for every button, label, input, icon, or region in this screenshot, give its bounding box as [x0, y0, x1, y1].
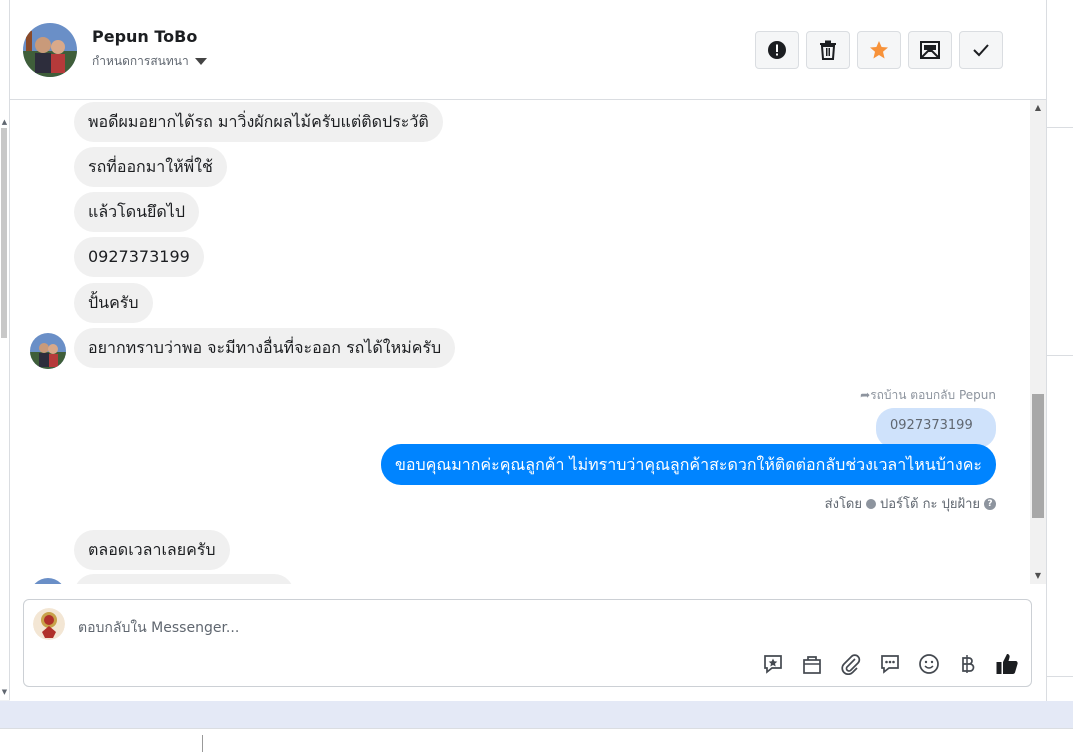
mark-spam-button[interactable]	[755, 31, 799, 69]
header-actions	[755, 31, 1003, 69]
saved-reply-icon	[764, 655, 782, 674]
attach-button[interactable]	[839, 652, 863, 676]
taskbar-divider	[202, 735, 203, 752]
trash-icon	[820, 40, 836, 60]
sent-by-name[interactable]: ปอร์โต้ กะ ปุยฝ้าย	[880, 493, 980, 514]
divider	[1047, 127, 1073, 128]
divider	[1047, 355, 1073, 356]
incoming-message: ปั้นครับ	[74, 283, 153, 323]
payment-button[interactable]	[956, 652, 980, 676]
baht-icon	[962, 655, 975, 673]
scrollbar-thumb[interactable]	[1, 128, 7, 338]
mark-done-button[interactable]	[959, 31, 1003, 69]
star-button[interactable]	[857, 31, 901, 69]
taskbar	[0, 728, 1073, 752]
emoji-button[interactable]	[917, 652, 941, 676]
incoming-message: แล้วโดนยึดไป	[74, 192, 199, 232]
shop-button[interactable]	[800, 652, 824, 676]
check-icon	[973, 44, 989, 57]
sent-by-info: ส่งโดย ปอร์โต้ กะ ปุยฝ้าย ?	[825, 493, 996, 514]
left-scrollbar[interactable]: ▲ ▼	[0, 0, 10, 700]
exclamation-circle-icon	[768, 41, 786, 59]
contact-avatar[interactable]	[23, 23, 77, 77]
outgoing-message: ขอบคุณมากค่ะคุณลูกค้า ไม่ทราบว่าคุณลูกค้…	[380, 444, 996, 485]
message-scrollbar[interactable]: ▲ ▼	[1030, 100, 1046, 584]
reply-input[interactable]: ตอบกลับใน Messenger...	[78, 617, 239, 639]
conversation-settings-dropdown[interactable]: กำหนดการสนทนา	[92, 52, 207, 71]
incoming-message: ตลอดเวลาเลยครับ	[74, 530, 230, 570]
page-avatar	[33, 608, 65, 640]
conversation-settings-label: กำหนดการสนทนา	[92, 54, 189, 68]
caret-down-icon	[194, 58, 207, 65]
chat-button[interactable]	[878, 652, 902, 676]
incoming-message: 0927373199	[74, 237, 204, 277]
conversation-panel: Pepun ToBo กำหนดการสนทนา พอดีผมอยากได้รถ…	[10, 0, 1047, 701]
help-icon[interactable]: ?	[984, 497, 996, 510]
message-list[interactable]: พอดีผมอยากได้รถ มาวิ่งผักผลไม้ครับแต่ติด…	[10, 100, 1030, 584]
chat-bubble-icon	[881, 655, 899, 674]
sender-avatar[interactable]	[30, 578, 66, 584]
saved-reply-button[interactable]	[761, 652, 785, 676]
reply-arrow-icon: ➦	[860, 388, 871, 402]
mark-unread-button[interactable]	[908, 31, 952, 69]
reply-context-label: รถบ้าน ตอบกลับ Pepun	[870, 388, 996, 402]
conversation-header: Pepun ToBo กำหนดการสนทนา	[10, 0, 1046, 100]
contact-name[interactable]: Pepun ToBo	[92, 27, 197, 46]
scroll-up-arrow-icon[interactable]: ▲	[0, 118, 9, 126]
message-composer[interactable]: ตอบกลับใน Messenger...	[23, 599, 1032, 687]
incoming-message: รถที่ออกมาให้พี่ใช้	[74, 147, 227, 187]
emoji-icon	[919, 654, 939, 674]
star-icon	[870, 41, 888, 59]
right-panel-edge	[1047, 0, 1073, 701]
delete-button[interactable]	[806, 31, 850, 69]
envelope-icon	[920, 41, 940, 59]
scroll-down-arrow-icon[interactable]: ▼	[1030, 570, 1046, 582]
bottom-bar	[0, 701, 1073, 728]
incoming-message: พอดีผมอยากได้รถ มาวิ่งผักผลไม้ครับแต่ติด…	[74, 102, 443, 142]
reply-context: ➦รถบ้าน ตอบกลับ Pepun	[860, 386, 996, 405]
sender-avatar[interactable]	[30, 333, 66, 369]
scroll-up-arrow-icon[interactable]: ▲	[1030, 102, 1046, 114]
quoted-message[interactable]: 0927373199	[876, 408, 996, 448]
composer-tools	[761, 652, 1019, 676]
incoming-message-partial	[74, 574, 294, 584]
incoming-message: อยากทราบว่าพอ จะมีทางอื่นที่จะออก รถได้ใ…	[74, 328, 456, 368]
like-button[interactable]	[995, 652, 1019, 676]
divider	[1047, 676, 1073, 677]
verified-badge-icon	[866, 498, 876, 509]
paperclip-icon	[841, 654, 861, 675]
thumbs-up-icon	[996, 654, 1018, 674]
scroll-down-arrow-icon[interactable]: ▼	[0, 688, 9, 696]
shopping-bag-icon	[803, 656, 821, 674]
sent-by-prefix: ส่งโดย	[824, 497, 862, 512]
scrollbar-thumb[interactable]	[1032, 394, 1044, 518]
